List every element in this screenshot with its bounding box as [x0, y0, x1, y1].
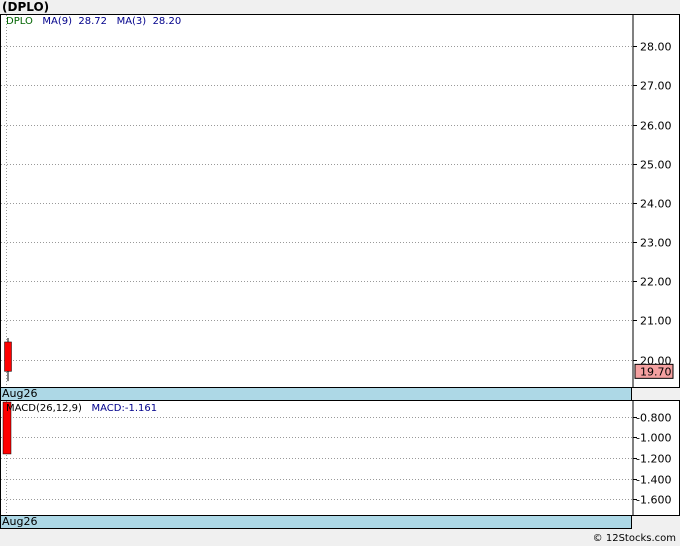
macd-tick-label: -1.400 — [636, 474, 671, 487]
price-tick-label: 22.00 — [640, 276, 672, 289]
macd-panel: -0.800 -1.000 -1.200 -1.400 -1.600 MACD(26,1… — [0, 400, 680, 516]
macd-legend: MACD(26,12,9) MACD:-1.161 — [6, 403, 157, 414]
last-price-label: 19.70 — [640, 365, 672, 378]
macd-date-axis: Aug26 — [0, 515, 632, 529]
site-credit: © 12Stocks.com — [592, 533, 676, 544]
price-tick-label: 28.00 — [640, 41, 672, 54]
price-tick-label: 23.00 — [640, 237, 672, 250]
legend-ticker: DPLO — [6, 16, 33, 27]
chart-title: (DPLO) — [2, 0, 50, 14]
candle-body — [4, 341, 12, 372]
macd-tick-label: -1.600 — [636, 494, 671, 507]
macd-tick-label: -1.200 — [636, 453, 671, 466]
price-tick-label: 25.00 — [640, 159, 672, 172]
legend-ma3-value: 28.20 — [152, 16, 182, 27]
legend-ma3-label: MA(3) — [116, 16, 147, 27]
legend-ma9-label: MA(9) — [42, 16, 73, 27]
macd-value: MACD:-1.161 — [91, 403, 158, 414]
price-tick-label: 27.00 — [640, 80, 672, 93]
macd-label: MACD(26,12,9) — [6, 403, 82, 414]
price-chart: 20.0021.0022.0023.0024.0025.0026.0027.00… — [1, 15, 674, 387]
legend-ma9-value: 28.72 — [78, 16, 108, 27]
price-tick-label: 24.00 — [640, 198, 672, 211]
macd-tick-label: -0.800 — [636, 412, 671, 425]
price-date-axis: Aug26 — [0, 387, 632, 401]
price-panel: 20.00 21.00 22.00 23.00 24.00 25.00 26.00 27.00… — [0, 14, 680, 388]
macd-chart: -0.800 -1.000 -1.200 -1.400 -1.600 — [1, 401, 671, 515]
price-legend: DPLO MA(9) 28.72 MA(3) 28.20 — [6, 16, 181, 27]
macd-tick-label: -1.000 — [636, 432, 671, 445]
price-tick-label: 21.00 — [640, 315, 672, 328]
price-tick-label: 26.00 — [640, 120, 672, 133]
